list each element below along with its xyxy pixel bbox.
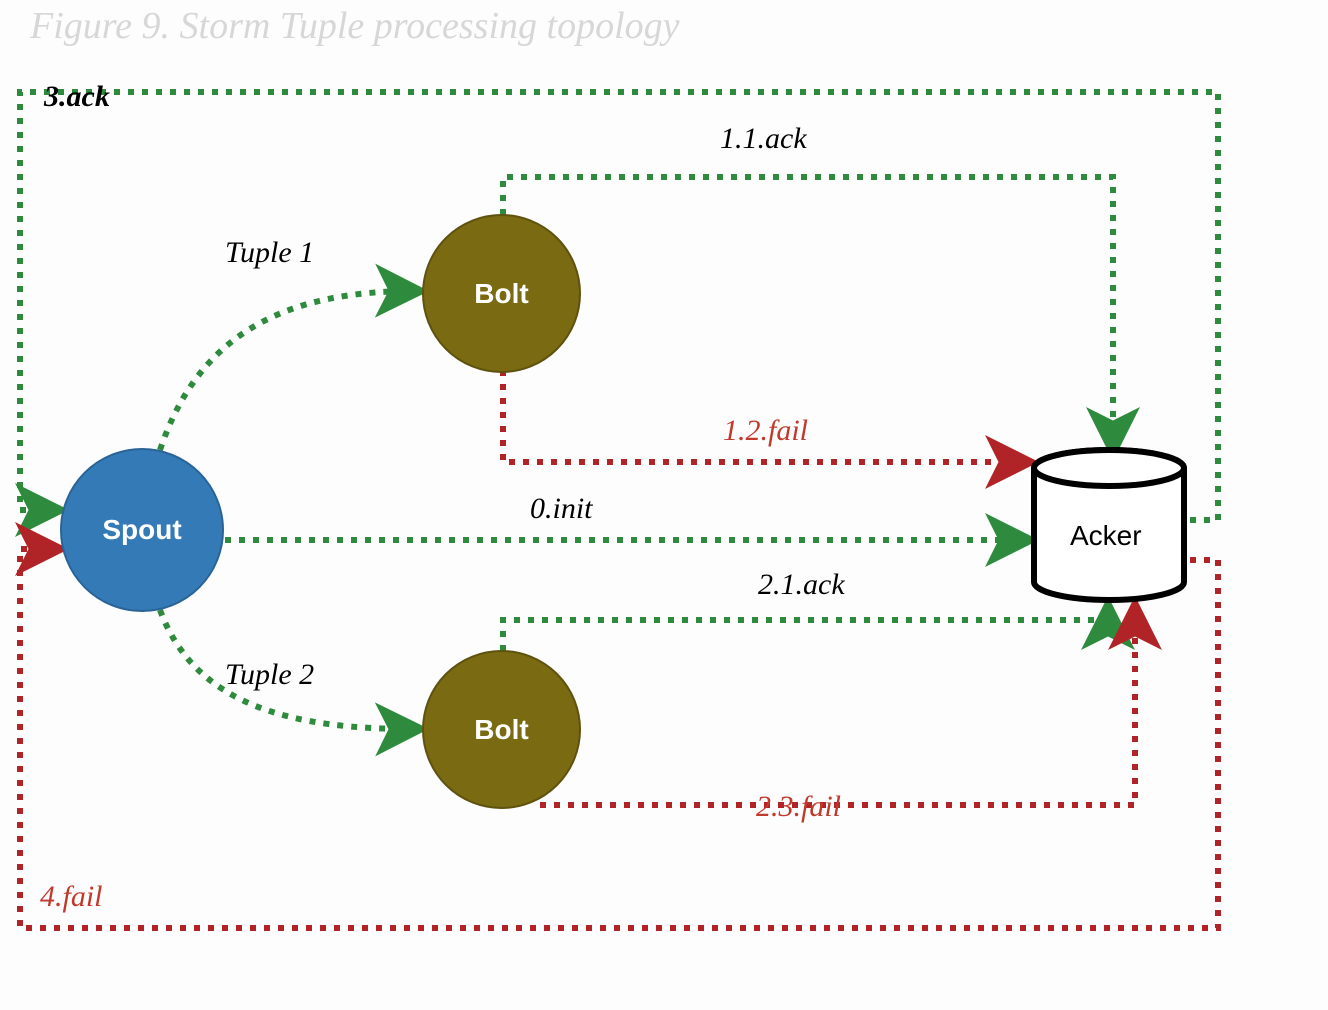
edge-tuple-1 bbox=[160, 291, 420, 450]
label-3-ack: 3.ack bbox=[44, 80, 110, 114]
edge-3-ack bbox=[20, 92, 1218, 520]
edge-1-1-ack bbox=[503, 177, 1113, 452]
label-1-2-fail: 1.2.fail bbox=[723, 414, 808, 448]
bolt-2-node: Bolt bbox=[422, 650, 581, 809]
label-2-1-ack: 2.1.ack bbox=[758, 568, 845, 602]
label-tuple-1: Tuple 1 bbox=[225, 236, 314, 270]
label-tuple-2: Tuple 2 bbox=[225, 658, 314, 692]
label-4-fail: 4.fail bbox=[40, 880, 103, 914]
label-0-init: 0.init bbox=[530, 492, 593, 526]
bolt-1-label: Bolt bbox=[474, 278, 528, 310]
edge-2-3-fail bbox=[540, 605, 1135, 805]
spout-label: Spout bbox=[102, 514, 181, 546]
acker-label: Acker bbox=[1070, 520, 1142, 552]
edge-4-fail bbox=[20, 549, 1218, 928]
spout-node: Spout bbox=[60, 448, 224, 612]
edge-2-1-ack bbox=[503, 605, 1108, 651]
diagram-canvas: Figure 9. Storm Tuple processing topolog… bbox=[0, 0, 1328, 1010]
bolt-1-node: Bolt bbox=[422, 214, 581, 373]
label-2-3-fail: 2.3.fail bbox=[756, 790, 841, 824]
bolt-2-label: Bolt bbox=[474, 714, 528, 746]
label-1-1-ack: 1.1.ack bbox=[720, 122, 807, 156]
